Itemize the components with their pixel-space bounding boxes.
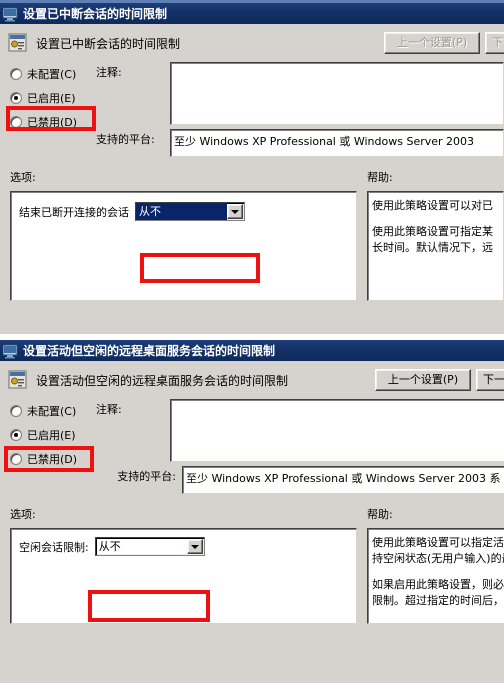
radio-not-configured[interactable]: 未配置(C) [10,399,96,423]
help-spacer [372,214,503,224]
chevron-down-icon[interactable] [186,539,203,554]
disconnected-session-limit-combobox[interactable]: 从不 [135,202,245,221]
options-column: 选项: 结束已断开连接的会话 从不 [0,169,357,301]
radio-label: 已启用(E) [27,429,76,442]
prev-setting-button[interactable]: 上一个设置(P) [375,369,471,391]
radio-enabled[interactable]: 已启用(E) [10,86,96,110]
prev-setting-button[interactable]: 上一个设置(P) [384,32,480,54]
help-line: 使用此策略设置可以指定活 [372,536,504,549]
options-label: 选项: [10,171,36,184]
help-line: 使用此策略设置可以对已 [372,199,493,212]
help-line: 持空闲状态(无用户输入)的最 [372,552,504,565]
help-line: 如果启用此策略设置，则必 [372,578,504,591]
comment-and-platform: 注释: 支持的平台: 至少 Windows XP Professional 或 … [96,399,504,496]
help-label: 帮助: [367,508,393,521]
radio-icon [10,68,22,80]
radio-disabled[interactable]: 已禁用(D) [10,447,96,471]
policy-setting-icon [8,33,28,53]
state-and-comment-area: 未配置(C) 已启用(E) 已禁用(D) 注释: 支持的平台: 至少 Windo… [0,58,504,159]
comment-textarea[interactable] [170,399,504,462]
screen: 设置已中断会话的时间限制 设置已中断会话的时间限制 上一个设置(P) 下 未配置… [0,0,504,683]
option-row-idle-limit: 空闲会话限制: 从不 [19,537,356,556]
radio-not-configured[interactable]: 未配置(C) [10,62,96,86]
radio-disabled[interactable]: 已禁用(D) [10,110,96,134]
policy-setting-title: 设置活动但空闲的远程桌面服务会话的时间限制 [36,374,289,388]
window-active-idle-session-limit: 设置活动但空闲的远程桌面服务会话的时间限制 设置活动但空闲的远程桌面服务会话的时… [0,340,504,683]
help-line: 长时间。默认情况下，远 [372,241,493,254]
radio-enabled[interactable]: 已启用(E) [10,423,96,447]
help-line: 限制。超过指定的时间后， [372,594,504,607]
window-disconnected-session-limit: 设置已中断会话的时间限制 设置已中断会话的时间限制 上一个设置(P) 下 未配置… [0,0,504,334]
platform-label: 支持的平台: [117,470,176,483]
radio-icon [10,429,22,441]
radio-label: 已禁用(D) [27,116,78,129]
help-spacer [372,567,504,577]
options-panel: 空闲会话限制: 从不 [10,528,357,624]
policy-setting-title: 设置已中断会话的时间限制 [36,37,181,51]
help-column: 帮助: 使用此策略设置可以指定活 持空闲状态(无用户输入)的最 如果启用此策略设… [357,506,504,624]
radio-icon [10,405,22,417]
window-title: 设置已中断会话的时间限制 [23,7,168,21]
titlebar[interactable]: 设置活动但空闲的远程桌面服务会话的时间限制 [0,340,504,361]
radio-icon [10,116,22,128]
radio-icon [10,453,22,465]
radio-label: 未配置(C) [27,68,77,81]
help-column: 帮助: 使用此策略设置可以对已 使用此策略设置可指定某 长时间。默认情况下，远 [357,169,504,301]
comment-and-platform: 注释: 支持的平台: 至少 Windows XP Professional 或 … [96,62,504,159]
combobox-value: 从不 [98,540,121,553]
chevron-down-icon[interactable] [227,204,243,219]
comment-label: 注释: [96,66,122,79]
comment-row: 注释: [96,62,504,125]
comment-row: 注释: [96,399,504,462]
help-panel[interactable]: 使用此策略设置可以指定活 持空闲状态(无用户输入)的最 如果启用此策略设置，则必… [367,528,504,624]
window-body: 设置活动但空闲的远程桌面服务会话的时间限制 上一个设置(P) 下一 未配置(C)… [0,361,504,624]
policy-window-icon [2,343,19,359]
help-label: 帮助: [367,171,393,184]
policy-window-icon [2,6,19,22]
next-setting-button[interactable]: 下一 [476,369,504,391]
option-label: 空闲会话限制: [19,540,89,554]
policy-header: 设置活动但空闲的远程桌面服务会话的时间限制 上一个设置(P) 下一 [0,361,504,395]
radio-label: 未配置(C) [27,405,77,418]
options-help-area: 选项: 空闲会话限制: 从不 帮助: 使用此策略设置可以指定活 持空闲状态(无用… [0,496,504,624]
platform-row: 支持的平台: 至少 Windows XP Professional 或 Wind… [96,129,504,157]
platform-textbox: 至少 Windows XP Professional 或 Windows Ser… [182,466,504,494]
nav-buttons: 上一个设置(P) 下一 [375,369,504,391]
idle-session-limit-combobox[interactable]: 从不 [94,537,205,556]
policy-header: 设置已中断会话的时间限制 上一个设置(P) 下 [0,24,504,58]
help-panel[interactable]: 使用此策略设置可以对已 使用此策略设置可指定某 长时间。默认情况下，远 [367,191,504,301]
next-setting-button[interactable]: 下 [485,32,504,54]
options-column: 选项: 空闲会话限制: 从不 [0,506,357,624]
window-title: 设置活动但空闲的远程桌面服务会话的时间限制 [23,344,276,358]
combobox-value: 从不 [136,203,227,220]
comment-textarea[interactable] [170,62,504,125]
comment-label: 注释: [96,403,122,416]
option-row-disconnected-limit: 结束已断开连接的会话 从不 [19,202,356,221]
options-panel: 结束已断开连接的会话 从不 [10,191,357,301]
radio-label: 已启用(E) [27,92,76,105]
options-label: 选项: [10,508,36,521]
platform-row: 支持的平台: 至少 Windows XP Professional 或 Wind… [96,466,504,494]
policy-state-radiogroup: 未配置(C) 已启用(E) 已禁用(D) [0,62,96,159]
state-and-comment-area: 未配置(C) 已启用(E) 已禁用(D) 注释: 支持的平台: 至少 Windo… [0,395,504,496]
nav-buttons: 上一个设置(P) 下 [384,32,504,54]
options-help-area: 选项: 结束已断开连接的会话 从不 帮助: 使用此策略设置可以对已 使用此策略设… [0,159,504,301]
platform-textbox: 至少 Windows XP Professional 或 Windows Ser… [170,129,504,157]
option-label: 结束已断开连接的会话 [19,205,129,219]
platform-label: 支持的平台: [96,133,155,146]
titlebar[interactable]: 设置已中断会话的时间限制 [0,3,504,24]
policy-setting-icon [8,370,28,390]
radio-label: 已禁用(D) [27,453,78,466]
policy-state-radiogroup: 未配置(C) 已启用(E) 已禁用(D) [0,399,96,496]
help-line: 使用此策略设置可指定某 [372,225,493,238]
radio-icon [10,92,22,104]
window-body: 设置已中断会话的时间限制 上一个设置(P) 下 未配置(C) 已启用(E) 已禁… [0,24,504,301]
